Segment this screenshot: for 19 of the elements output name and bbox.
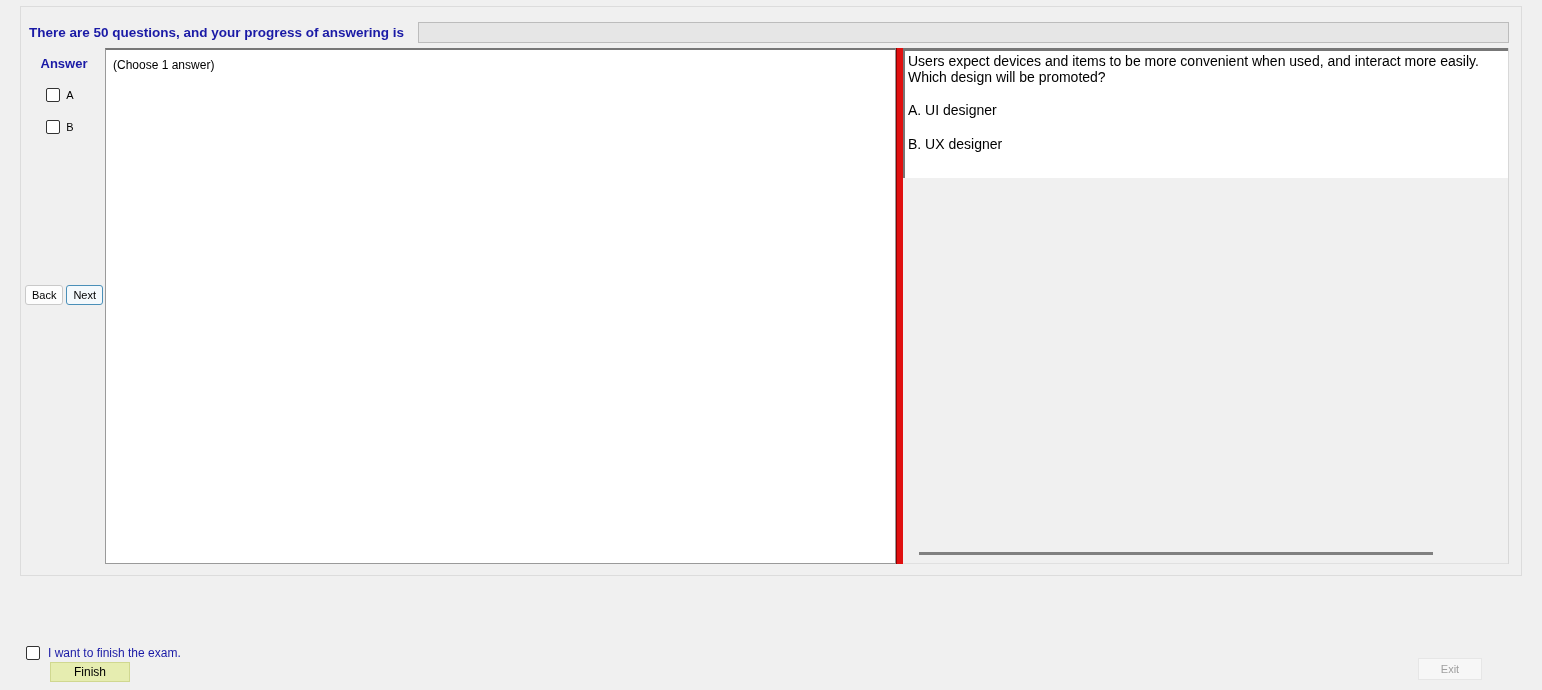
answer-checkbox[interactable] bbox=[46, 120, 61, 134]
answer-checkbox[interactable] bbox=[46, 88, 61, 102]
finish-checkbox[interactable] bbox=[26, 646, 40, 660]
splitter-handle[interactable] bbox=[896, 48, 903, 564]
option-label: B bbox=[66, 121, 74, 133]
next-button[interactable]: Next bbox=[66, 285, 104, 305]
finish-label: I want to finish the exam. bbox=[48, 646, 181, 660]
question-text: Which design will be promoted? bbox=[908, 69, 1107, 85]
finish-button[interactable]: Finish bbox=[50, 662, 130, 682]
progress-caption: There are 50 questions, and your progress of answering is bbox=[29, 24, 405, 40]
back-button[interactable]: Back bbox=[24, 285, 64, 305]
scrollbar[interactable] bbox=[919, 552, 1433, 555]
answer-heading: Answer bbox=[40, 56, 88, 71]
answer-hint: (Choose 1 answer) bbox=[113, 58, 215, 72]
choice-text: B. UX designer bbox=[908, 136, 1004, 153]
answer-text-area[interactable]: (Choose 1 answer) bbox=[105, 48, 896, 564]
choice-text: A. UI designer bbox=[908, 102, 998, 119]
question-text: Users expect devices and items to be more convenient when used, and interact more easily. bbox=[908, 53, 1480, 69]
option-label: A bbox=[66, 89, 74, 101]
